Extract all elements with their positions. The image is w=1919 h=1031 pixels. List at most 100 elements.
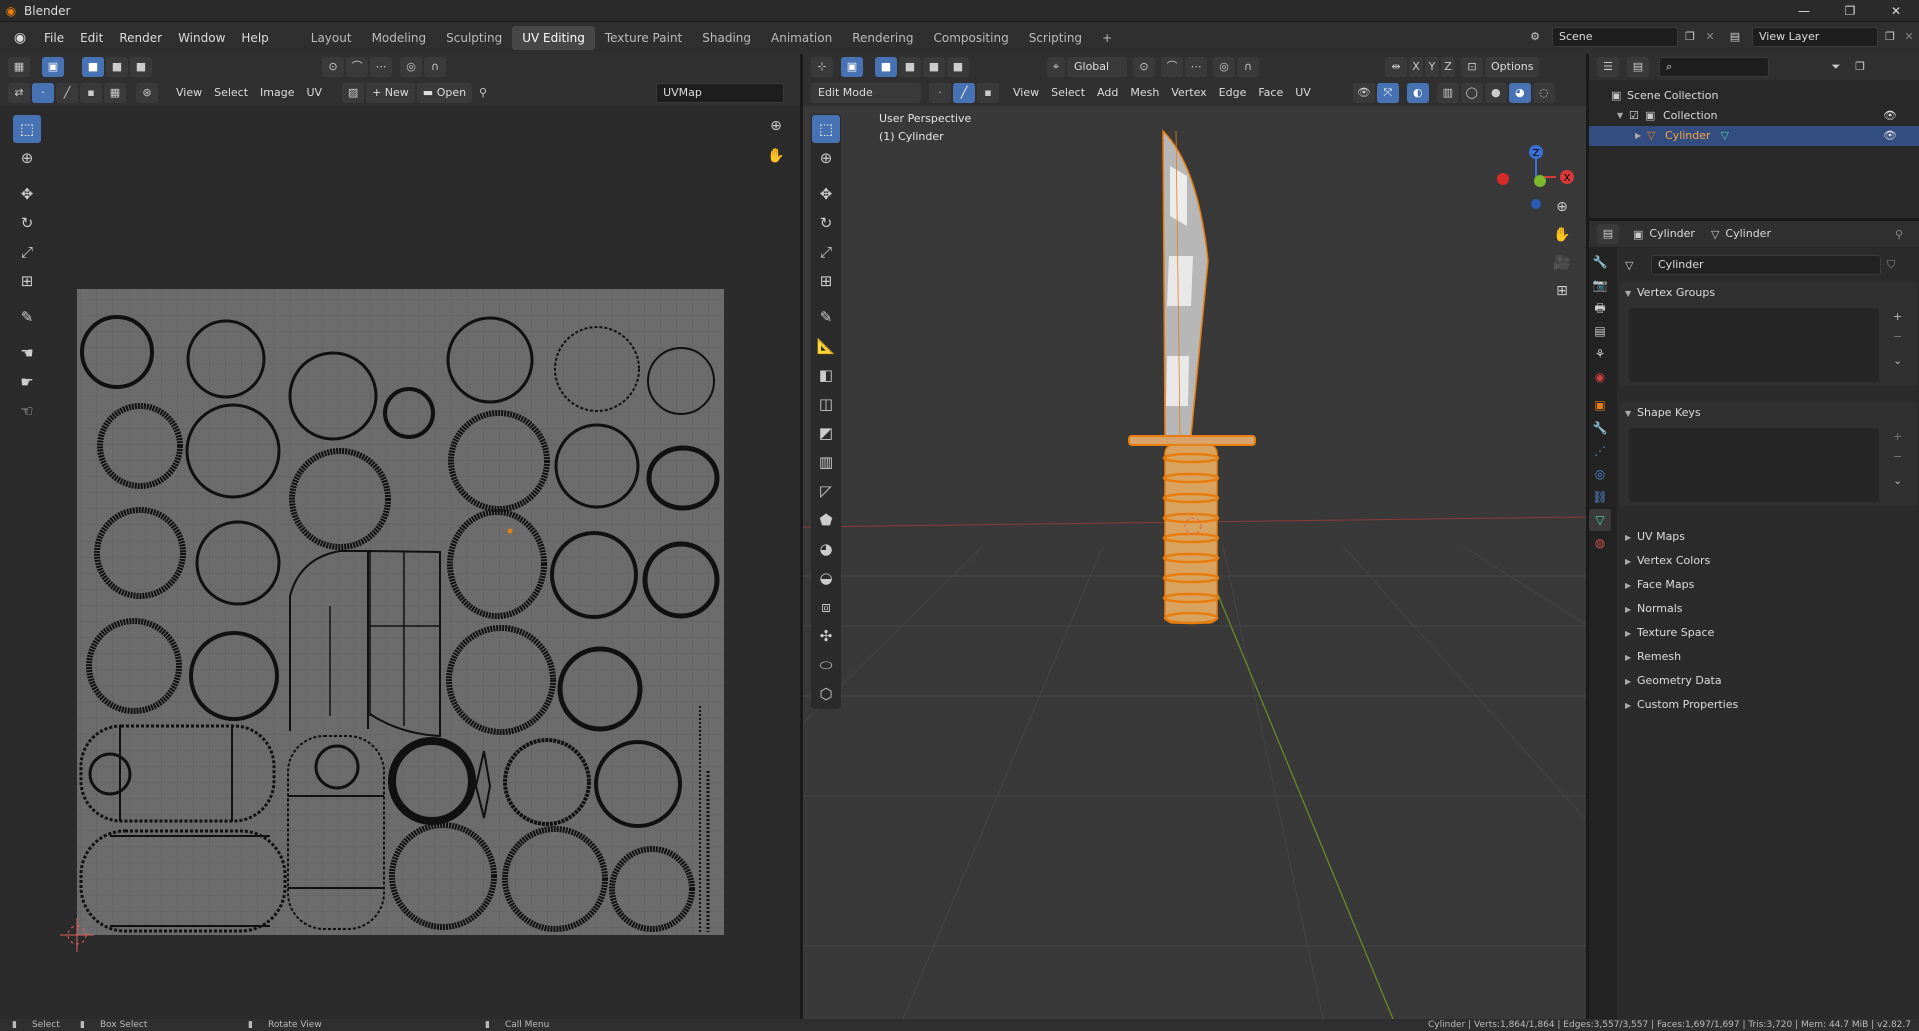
sticky-select-icon[interactable]: ⊛: [136, 83, 158, 103]
grab-tool-icon[interactable]: ☚: [13, 339, 41, 367]
new-image-button[interactable]: + New: [366, 83, 415, 103]
vp-menu-mesh[interactable]: Mesh: [1124, 83, 1165, 103]
uv-sync-icon[interactable]: ⇄: [8, 83, 30, 103]
axis-z-toggle[interactable]: Z: [1441, 57, 1455, 77]
pan-hand-icon[interactable]: ✋: [1550, 223, 1574, 247]
smooth-tool-icon[interactable]: ◒: [812, 564, 840, 592]
perspective-toggle-icon[interactable]: ⊞: [1550, 279, 1574, 303]
select-tool-icon[interactable]: ▣: [42, 57, 64, 77]
vp-menu-vertex[interactable]: Vertex: [1165, 83, 1212, 103]
menu-render[interactable]: Render: [111, 26, 170, 50]
scene-remove-icon[interactable]: ✕: [1700, 27, 1720, 47]
vertex-group-menu-icon[interactable]: ⌄: [1893, 354, 1902, 367]
panel-texture-space[interactable]: ▶ Texture Space: [1619, 622, 1917, 644]
vertex-groups-list[interactable]: [1629, 308, 1879, 382]
physics-tab-icon[interactable]: ◎: [1589, 463, 1611, 485]
panel-geometry-data[interactable]: ▶ Geometry Data: [1619, 670, 1917, 692]
outliner-item-collection[interactable]: ▼ ☑ ▣ Collection 👁: [1611, 106, 1911, 126]
pivot-icon[interactable]: ⊙: [322, 57, 344, 77]
shading-wire-icon[interactable]: ◯: [1460, 83, 1483, 103]
knife-tool-icon[interactable]: ◸: [812, 477, 840, 505]
data-tab-icon[interactable]: ▽: [1589, 509, 1611, 531]
menu-edit[interactable]: Edit: [72, 26, 111, 50]
select-mode-extend-icon[interactable]: ■: [899, 57, 921, 77]
maximize-button[interactable]: ❐: [1827, 0, 1873, 22]
falloff-icon[interactable]: ∩: [424, 57, 446, 77]
cursor-tool-icon[interactable]: ⊕: [13, 144, 41, 172]
shear-tool-icon[interactable]: ⬭: [812, 651, 840, 679]
editor-type-icon[interactable]: ▦: [8, 57, 30, 77]
select-box-tool-icon[interactable]: ⬚: [13, 115, 41, 143]
snap-target-icon[interactable]: ⋯: [1185, 57, 1207, 77]
panel-vertex-groups-header[interactable]: ▼ Vertex Groups: [1619, 282, 1917, 304]
poly-build-tool-icon[interactable]: ⬟: [812, 506, 840, 534]
pinch-tool-icon[interactable]: ☜: [13, 397, 41, 425]
mesh-data-icon[interactable]: ▽: [1721, 126, 1729, 146]
uv-menu-image[interactable]: Image: [254, 83, 300, 103]
tool-tab-icon[interactable]: 🔧: [1589, 251, 1611, 273]
zoom-icon[interactable]: ⊕: [764, 114, 788, 138]
modifier-tab-icon[interactable]: 🔧: [1589, 417, 1611, 439]
uv-menu-select[interactable]: Select: [208, 83, 254, 103]
tab-layout[interactable]: Layout: [301, 26, 362, 50]
tab-rendering[interactable]: Rendering: [842, 26, 923, 50]
rotate-tool-icon[interactable]: ↻: [812, 209, 840, 237]
uv-menu-uv[interactable]: UV: [301, 83, 329, 103]
output-tab-icon[interactable]: 🖶: [1589, 297, 1611, 319]
zoom-icon[interactable]: ⊕: [1550, 195, 1574, 219]
inset-tool-icon[interactable]: ◫: [812, 390, 840, 418]
constraints-tab-icon[interactable]: ⛓: [1589, 486, 1611, 508]
visibility-eye-icon[interactable]: 👁: [1883, 106, 1897, 126]
rip-tool-icon[interactable]: ⬡: [812, 680, 840, 708]
view-layer-icon[interactable]: ▤: [1724, 26, 1746, 48]
particles-tab-icon[interactable]: ⋰: [1589, 440, 1611, 462]
orientation-icon[interactable]: ⌖: [1047, 57, 1065, 77]
pan-hand-icon[interactable]: ✋: [764, 144, 788, 168]
loop-cut-tool-icon[interactable]: ▥: [812, 448, 840, 476]
vp-menu-uv[interactable]: UV: [1289, 83, 1317, 103]
select-mode-subtract-icon[interactable]: ■: [923, 57, 945, 77]
axis-y-toggle[interactable]: Y: [1425, 57, 1439, 77]
gizmo-toggle-icon[interactable]: ⤧: [1376, 83, 1399, 103]
vp-menu-edge[interactable]: Edge: [1213, 83, 1253, 103]
transform-tool-icon[interactable]: ⊞: [13, 267, 41, 295]
render-tab-icon[interactable]: 📷: [1589, 274, 1611, 296]
scale-tool-icon[interactable]: ⤢: [812, 238, 840, 266]
orientation-dropdown[interactable]: Global: [1067, 57, 1127, 77]
cursor-tool-icon[interactable]: ⊕: [812, 144, 840, 172]
move-tool-icon[interactable]: ✥: [13, 180, 41, 208]
scene-copy-icon[interactable]: ❐: [1680, 27, 1700, 47]
xray-icon[interactable]: ▥: [1436, 83, 1459, 103]
edge-select-icon[interactable]: ╱: [953, 83, 975, 103]
view-layer-remove-icon[interactable]: ✕: [1900, 27, 1918, 47]
scene-icon[interactable]: ⚙: [1524, 26, 1546, 48]
outliner-search-input[interactable]: ⌕: [1659, 57, 1769, 77]
mesh-name-field[interactable]: Cylinder: [1651, 255, 1881, 275]
proportional-icon[interactable]: ◎: [400, 57, 422, 77]
shape-key-menu-icon[interactable]: ⌄: [1893, 474, 1902, 487]
face-select-icon[interactable]: ▪: [80, 83, 102, 103]
options-button[interactable]: Options: [1485, 57, 1540, 77]
proportional-icon[interactable]: ◎: [1213, 57, 1235, 77]
shape-keys-list[interactable]: [1629, 428, 1879, 502]
shading-rendered-icon[interactable]: ◌: [1532, 83, 1555, 103]
tab-modeling[interactable]: Modeling: [362, 26, 437, 50]
panel-shape-keys-header[interactable]: ▼ Shape Keys: [1619, 402, 1917, 424]
shading-material-icon[interactable]: ◕: [1508, 83, 1531, 103]
uv-menu-view[interactable]: View: [170, 83, 208, 103]
shrink-fatten-tool-icon[interactable]: ✣: [812, 622, 840, 650]
snap-target-icon[interactable]: ⋯: [370, 57, 392, 77]
tab-uv-editing[interactable]: UV Editing: [512, 26, 595, 50]
vp-menu-view[interactable]: View: [1007, 83, 1045, 103]
menu-file[interactable]: File: [36, 26, 72, 50]
spin-tool-icon[interactable]: ◕: [812, 535, 840, 563]
expand-collection-icon[interactable]: ▼: [1617, 106, 1629, 126]
transform-tool-icon[interactable]: ⊞: [812, 267, 840, 295]
face-select-icon[interactable]: ▪: [977, 83, 999, 103]
axis-x-toggle[interactable]: X: [1409, 57, 1423, 77]
edge-select-icon[interactable]: ╱: [56, 83, 78, 103]
vp-menu-face[interactable]: Face: [1252, 83, 1289, 103]
select-mode-new-icon[interactable]: ■: [875, 57, 897, 77]
view-layer-tab-icon[interactable]: ▤: [1589, 320, 1611, 342]
object-tab-icon[interactable]: ▣: [1589, 394, 1611, 416]
